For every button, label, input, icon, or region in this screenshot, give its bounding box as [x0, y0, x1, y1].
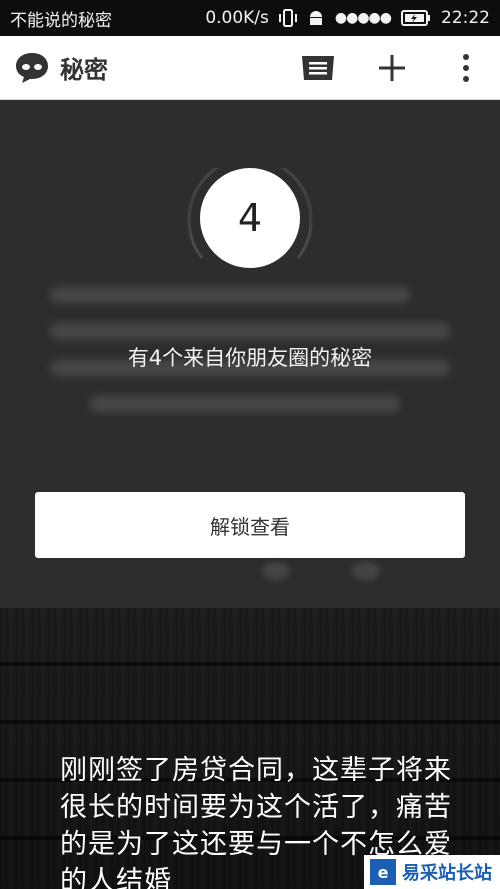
add-secret-button[interactable] — [372, 48, 412, 88]
watermark-label: 易采站长站 — [402, 863, 492, 884]
chat-bubble-logo-icon — [16, 52, 48, 83]
secret-counter: 4 — [180, 168, 320, 278]
blurred-action-icons — [262, 562, 380, 580]
plus-icon — [379, 54, 405, 81]
locked-secrets-message: 有4个来自你朋友圈的秘密 — [127, 346, 373, 370]
watermark-logo-icon: e — [370, 859, 396, 885]
status-app-name: 不能说的秘密 — [10, 10, 112, 31]
vibrate-icon — [278, 9, 297, 27]
clock: 22:22 — [441, 8, 490, 28]
status-indicators: 0.00K/s ●●●●● 22:22 — [205, 8, 490, 28]
android-icon — [309, 11, 322, 25]
app-title: 秘密 — [60, 56, 108, 84]
unlock-button[interactable]: 解锁查看 — [35, 492, 465, 558]
signal-strength: ●●●●● — [334, 10, 392, 26]
app-bar: 秘密 — [0, 36, 500, 100]
overflow-menu-button[interactable] — [446, 48, 486, 88]
status-bar: 不能说的秘密 0.00K/s ●●●●● 22:22 — [0, 0, 500, 36]
battery-icon — [401, 10, 430, 26]
blurred-text — [90, 396, 400, 412]
blurred-text — [50, 323, 450, 339]
overflow-menu-icon — [463, 53, 469, 82]
blurred-text — [50, 287, 410, 303]
inbox-icon — [302, 55, 334, 80]
watermark: e 易采站长站 — [364, 855, 500, 889]
network-speed: 0.00K/s — [205, 8, 269, 28]
app-actions — [298, 48, 486, 88]
counter-value: 4 — [200, 168, 300, 268]
inbox-button[interactable] — [298, 48, 338, 88]
